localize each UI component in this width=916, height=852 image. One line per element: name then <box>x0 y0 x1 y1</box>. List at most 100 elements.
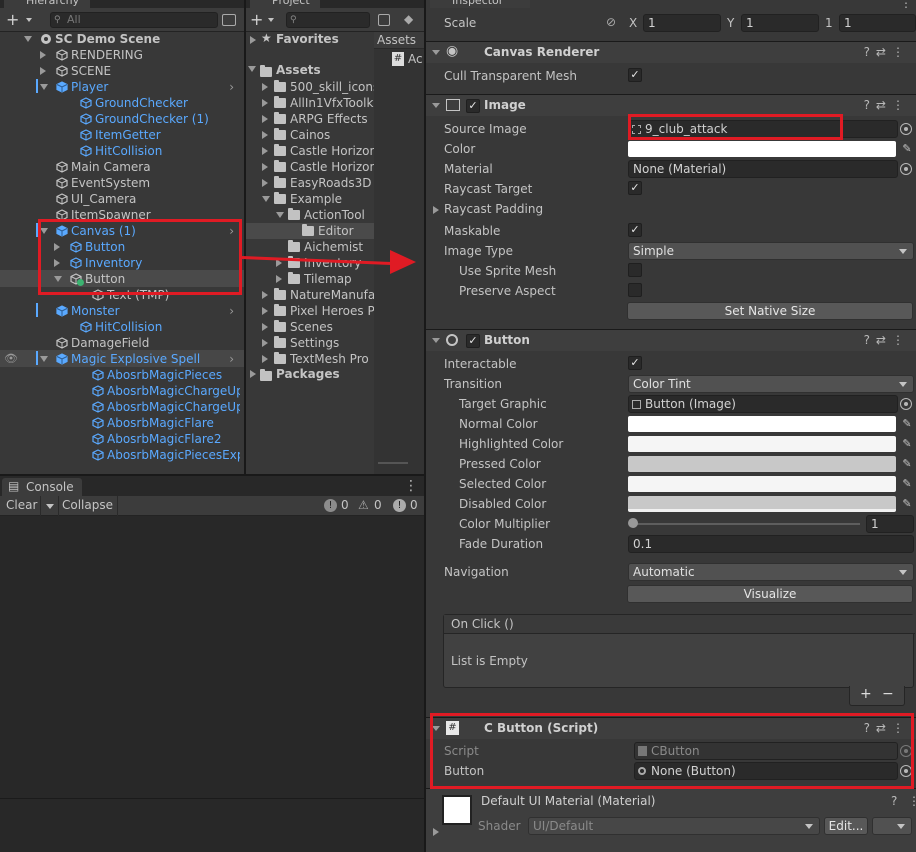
expand-arrow-icon[interactable] <box>262 163 268 171</box>
chevron-right-icon[interactable]: › <box>229 351 234 367</box>
project-folder-row[interactable]: Aichemist <box>246 239 374 255</box>
object-picker-icon[interactable] <box>900 398 912 410</box>
expand-arrow-icon[interactable] <box>276 275 282 283</box>
project-folder-row[interactable]: AllIn1VfxToolkit <box>246 95 374 111</box>
image-enabled-checkbox[interactable]: ✓ <box>466 99 480 113</box>
expand-arrow-icon[interactable] <box>262 291 268 299</box>
expand-arrow-icon[interactable] <box>40 228 48 234</box>
label-filter-icon[interactable]: ◆ <box>404 12 413 26</box>
tab-inspector[interactable]: Inspector <box>430 0 530 8</box>
hierarchy-row[interactable]: Button <box>0 271 240 287</box>
scale-y-field[interactable]: 1 <box>741 14 819 32</box>
expand-arrow-icon[interactable] <box>262 307 268 315</box>
slider-handle[interactable] <box>628 518 638 528</box>
hierarchy-row[interactable]: AbosrbMagicFlare <box>0 415 240 431</box>
favorites-expand-icon[interactable] <box>250 36 256 44</box>
expand-arrow-icon[interactable] <box>262 196 270 202</box>
raycast-target-checkbox[interactable]: ✓ <box>628 181 642 195</box>
scale-x-field[interactable]: 1 <box>643 14 721 32</box>
expand-arrow-icon[interactable] <box>262 147 268 155</box>
hierarchy-row[interactable]: Player › <box>0 79 240 95</box>
hierarchy-row[interactable]: SC Demo Scene <box>0 31 240 47</box>
navigation-dropdown[interactable]: Automatic <box>628 563 914 581</box>
color-swatch[interactable] <box>628 141 896 157</box>
eyedropper-icon[interactable]: ✎ <box>900 497 914 511</box>
expand-arrow-icon[interactable] <box>40 356 48 362</box>
expand-arrow-icon[interactable] <box>262 131 268 139</box>
component-header-icons[interactable]: ?⇄⋮ <box>864 333 910 347</box>
tab-console[interactable]: ▤ Console <box>2 478 82 496</box>
shader-options-dropdown[interactable] <box>872 817 912 835</box>
highlighted-color-swatch[interactable] <box>628 436 896 452</box>
chevron-right-icon[interactable]: › <box>229 79 234 95</box>
hierarchy-row[interactable]: Main Camera <box>0 159 240 175</box>
project-folder-row[interactable]: Example <box>246 191 374 207</box>
remove-listener-button[interactable]: − <box>882 686 894 702</box>
warning-count[interactable]: 0 <box>374 498 382 512</box>
scale-y-label[interactable]: Y <box>727 16 734 30</box>
expand-arrow-icon[interactable] <box>262 115 268 123</box>
expand-arrow-icon[interactable] <box>262 99 268 107</box>
expand-arrow-icon[interactable] <box>54 276 62 282</box>
disabled-color-swatch[interactable] <box>628 496 896 512</box>
hierarchy-row[interactable]: HitCollision <box>0 143 240 159</box>
foldout-icon[interactable] <box>432 103 440 108</box>
tab-project[interactable]: Project <box>250 0 320 8</box>
hierarchy-row[interactable]: AbosrbMagicFlare2 <box>0 431 240 447</box>
color-multiplier-slider[interactable] <box>632 523 860 525</box>
hierarchy-row[interactable]: Magic Explosive Spell › <box>0 351 240 367</box>
more-menu-icon[interactable]: ⋮ <box>404 478 418 494</box>
chevron-right-icon[interactable]: › <box>229 303 234 319</box>
error-count[interactable]: 0 <box>410 498 418 512</box>
component-header-icons[interactable]: ?⇄⋮ <box>864 721 910 735</box>
hierarchy-row[interactable]: GroundChecker (1) <box>0 111 240 127</box>
create-asset-button[interactable]: + <box>250 10 263 29</box>
hierarchy-row[interactable]: Inventory <box>0 255 240 271</box>
expand-arrow-icon[interactable] <box>54 243 60 251</box>
project-folder-row[interactable]: Tilemap <box>246 271 374 287</box>
project-folder-row[interactable]: Editor <box>246 223 374 239</box>
use-sprite-mesh-checkbox[interactable] <box>628 263 642 277</box>
expand-arrow-icon[interactable] <box>40 51 46 59</box>
cbutton-script-header[interactable]: # C Button (Script) ?⇄⋮ <box>426 717 916 739</box>
scale-z-label[interactable]: 1 <box>825 16 833 30</box>
assets-label[interactable]: Assets <box>276 63 321 77</box>
hierarchy-row[interactable]: AbosrbMagicChargeUp <box>0 383 240 399</box>
source-image-field[interactable]: 9_club_attack <box>628 120 898 138</box>
object-picker-icon[interactable] <box>900 123 912 135</box>
favorites-label[interactable]: Favorites <box>276 32 339 46</box>
foldout-icon[interactable] <box>432 50 440 55</box>
canvas-renderer-header[interactable]: ◉ Canvas Renderer ?⇄⋮ <box>426 41 916 63</box>
console-splitter[interactable] <box>0 798 424 799</box>
hierarchy-row[interactable]: AbosrbMagicPieces <box>0 367 240 383</box>
filter-type-icon[interactable] <box>378 14 390 26</box>
foldout-icon[interactable] <box>432 726 440 731</box>
project-folder-row[interactable]: TextMesh Pro <box>246 351 374 367</box>
project-folder-row[interactable]: 500_skill_icons <box>246 79 374 95</box>
more-menu-icon[interactable]: ⋮ <box>908 794 916 808</box>
zoom-slider[interactable] <box>378 462 408 464</box>
normal-color-swatch[interactable] <box>628 416 896 432</box>
selected-color-swatch[interactable] <box>628 476 896 492</box>
interactable-checkbox[interactable]: ✓ <box>628 356 642 370</box>
transition-dropdown[interactable]: Color Tint <box>628 375 914 393</box>
expand-arrow-icon[interactable] <box>262 355 268 363</box>
hierarchy-row[interactable]: Canvas (1) › <box>0 223 240 239</box>
scale-x-label[interactable]: X <box>629 16 637 30</box>
more-menu-icon[interactable]: ⋮ <box>900 0 912 10</box>
expand-arrow-icon[interactable] <box>40 67 46 75</box>
hierarchy-row[interactable]: RENDERING <box>0 47 240 63</box>
foldout-icon[interactable] <box>433 206 439 214</box>
eyedropper-icon[interactable]: ✎ <box>900 417 914 431</box>
edit-shader-button[interactable]: Edit... <box>824 817 868 835</box>
hierarchy-row[interactable]: ItemGetter <box>0 127 240 143</box>
project-folder-row[interactable]: Scenes <box>246 319 374 335</box>
project-search-input[interactable] <box>286 12 370 28</box>
eyedropper-icon[interactable]: ✎ <box>900 477 914 491</box>
cull-transparent-mesh-checkbox[interactable]: ✓ <box>628 68 642 82</box>
button-enabled-checkbox[interactable]: ✓ <box>466 334 480 348</box>
object-picker-icon[interactable] <box>900 765 912 777</box>
expand-arrow-icon[interactable] <box>262 323 268 331</box>
expand-arrow-icon[interactable] <box>262 179 268 187</box>
link-icon[interactable]: ⊘ <box>606 15 616 29</box>
